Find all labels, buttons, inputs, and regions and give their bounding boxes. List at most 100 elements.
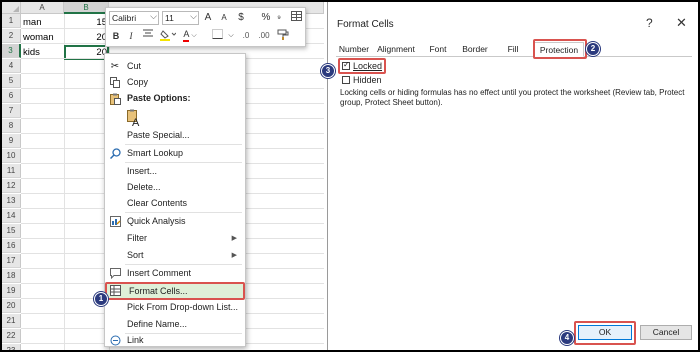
row-header[interactable]: 9 bbox=[2, 134, 21, 148]
row-header[interactable]: 14 bbox=[2, 209, 21, 223]
paste-icon bbox=[109, 93, 121, 105]
dialog-tabs: Number Alignment Font Border Fill Protec… bbox=[336, 42, 692, 57]
grid-line bbox=[64, 14, 65, 350]
bold-button[interactable]: B bbox=[111, 29, 121, 43]
tab-font[interactable]: Font bbox=[424, 42, 452, 57]
font-color-button[interactable]: A ⌵ bbox=[181, 28, 199, 42]
menu-item-clear-contents[interactable]: Clear Contents bbox=[105, 195, 245, 212]
search-icon bbox=[109, 148, 121, 160]
row-header[interactable]: 21 bbox=[2, 314, 21, 328]
tab-alignment[interactable]: Alignment bbox=[374, 42, 418, 57]
row-header[interactable]: 12 bbox=[2, 179, 21, 193]
menu-item-label: Smart Lookup bbox=[127, 148, 184, 158]
menu-item-sort[interactable]: Sort ▶ bbox=[105, 247, 245, 264]
row-header[interactable]: 2 bbox=[2, 29, 21, 43]
select-all-corner[interactable] bbox=[2, 2, 21, 14]
row-header[interactable]: 19 bbox=[2, 284, 21, 298]
increase-decimal-icon[interactable]: .0 bbox=[238, 29, 254, 43]
menu-item-label: Link bbox=[127, 335, 144, 345]
help-button[interactable]: ? bbox=[646, 16, 653, 30]
menu-item-insert[interactable]: Insert... bbox=[105, 163, 245, 180]
cancel-button[interactable]: Cancel bbox=[640, 325, 692, 340]
hidden-checkbox[interactable] bbox=[342, 76, 350, 84]
row-header[interactable]: 8 bbox=[2, 119, 21, 133]
copy-icon bbox=[109, 77, 121, 88]
callout-badge-1: 1 bbox=[94, 292, 108, 306]
menu-item-label: Define Name... bbox=[127, 319, 188, 329]
decrease-decimal-icon[interactable]: .00 bbox=[256, 29, 272, 43]
menu-item-define-name[interactable]: Define Name... bbox=[105, 316, 245, 333]
borders-dropdown-icon[interactable]: ⌵ bbox=[227, 29, 235, 43]
row-header[interactable]: 4 bbox=[2, 59, 21, 73]
row-header[interactable]: 6 bbox=[2, 89, 21, 103]
format-painter-icon[interactable] bbox=[276, 29, 290, 43]
row-header[interactable]: 17 bbox=[2, 254, 21, 268]
paste-option-keep-source-icon[interactable]: A bbox=[127, 109, 143, 129]
font-name-dropdown[interactable]: Calibri bbox=[109, 10, 159, 25]
row-header[interactable]: 1 bbox=[2, 14, 21, 28]
menu-item-label: Insert Comment bbox=[127, 268, 192, 278]
ok-button-highlight bbox=[574, 321, 636, 345]
menu-item-label: Format Cells... bbox=[129, 286, 188, 296]
menu-item-delete[interactable]: Delete... bbox=[105, 179, 245, 196]
align-center-icon[interactable] bbox=[142, 29, 154, 43]
fill-color-icon[interactable] bbox=[159, 29, 177, 43]
row-header[interactable]: 10 bbox=[2, 149, 21, 163]
tab-number[interactable]: Number bbox=[338, 42, 370, 57]
menu-item-label: Cut bbox=[127, 61, 142, 71]
menu-item-label: Quick Analysis bbox=[127, 216, 186, 226]
menu-item-insert-comment[interactable]: Insert Comment bbox=[105, 265, 245, 282]
menu-item-label: Pick From Drop-down List... bbox=[127, 302, 239, 312]
row-header[interactable]: 3 bbox=[2, 44, 21, 58]
font-size-dropdown[interactable]: 11 bbox=[162, 10, 199, 25]
menu-item-cut[interactable]: ✂ Cut bbox=[105, 58, 245, 75]
menu-item-label: Insert... bbox=[127, 166, 158, 176]
menu-item-paste-special[interactable]: Paste Special... bbox=[105, 127, 245, 144]
tab-fill[interactable]: Fill bbox=[502, 42, 524, 57]
menu-item-pick-from-dropdown[interactable]: Pick From Drop-down List... bbox=[105, 299, 245, 316]
row-header[interactable]: 7 bbox=[2, 104, 21, 118]
menu-item-format-cells[interactable]: Format Cells... bbox=[105, 282, 245, 300]
column-header-a[interactable]: A bbox=[21, 2, 64, 14]
row-header[interactable]: 23 bbox=[2, 344, 21, 350]
tab-border[interactable]: Border bbox=[458, 42, 492, 57]
format-painter-grid-icon[interactable] bbox=[290, 11, 302, 25]
grow-font-button[interactable]: A bbox=[202, 11, 214, 25]
menu-item-label: Paste Special... bbox=[127, 130, 190, 140]
menu-item-filter[interactable]: Filter ▶ bbox=[105, 230, 245, 247]
menu-item-link[interactable]: Link bbox=[105, 332, 245, 349]
callout-badge-2: 2 bbox=[586, 42, 600, 56]
callout-badge-3: 3 bbox=[321, 64, 335, 78]
svg-text:A: A bbox=[132, 117, 140, 127]
row-header[interactable]: 13 bbox=[2, 194, 21, 208]
quick-analysis-icon bbox=[109, 216, 121, 227]
shrink-font-button[interactable]: A bbox=[218, 11, 230, 25]
comment-icon bbox=[109, 268, 121, 280]
dialog-title: Format Cells bbox=[337, 19, 394, 30]
currency-button[interactable]: $ bbox=[235, 11, 247, 25]
row-header[interactable]: 5 bbox=[2, 74, 21, 88]
row-header[interactable]: 22 bbox=[2, 329, 21, 343]
menu-item-smart-lookup[interactable]: Smart Lookup bbox=[105, 145, 245, 162]
borders-icon[interactable] bbox=[210, 29, 224, 43]
row-header[interactable]: 11 bbox=[2, 164, 21, 178]
menu-item-label: Clear Contents bbox=[127, 198, 188, 208]
context-menu: ✂ Cut Copy Paste Options: A Paste Special… bbox=[104, 53, 246, 347]
protection-tab-highlight bbox=[533, 39, 587, 59]
callout-badge-4: 4 bbox=[560, 331, 574, 345]
hidden-label[interactable]: Hidden bbox=[353, 75, 382, 85]
menu-item-copy[interactable]: Copy bbox=[105, 74, 245, 91]
column-header-b[interactable]: B bbox=[64, 2, 109, 14]
row-header[interactable]: 16 bbox=[2, 239, 21, 253]
protection-note: Locking cells or hiding formulas has no … bbox=[340, 88, 685, 107]
format-cells-icon bbox=[109, 285, 121, 296]
row-header[interactable]: 20 bbox=[2, 299, 21, 313]
comma-style-icon[interactable]: ⁹ bbox=[274, 11, 284, 25]
row-header[interactable]: 18 bbox=[2, 269, 21, 283]
screenshot-frame: A B 123456789101112131415161718192021222… bbox=[2, 2, 698, 350]
menu-item-quick-analysis[interactable]: Quick Analysis bbox=[105, 213, 245, 230]
italic-button[interactable]: I bbox=[126, 29, 136, 43]
row-header[interactable]: 15 bbox=[2, 224, 21, 238]
percent-button[interactable]: % bbox=[259, 11, 273, 25]
close-button[interactable]: ✕ bbox=[676, 15, 687, 31]
